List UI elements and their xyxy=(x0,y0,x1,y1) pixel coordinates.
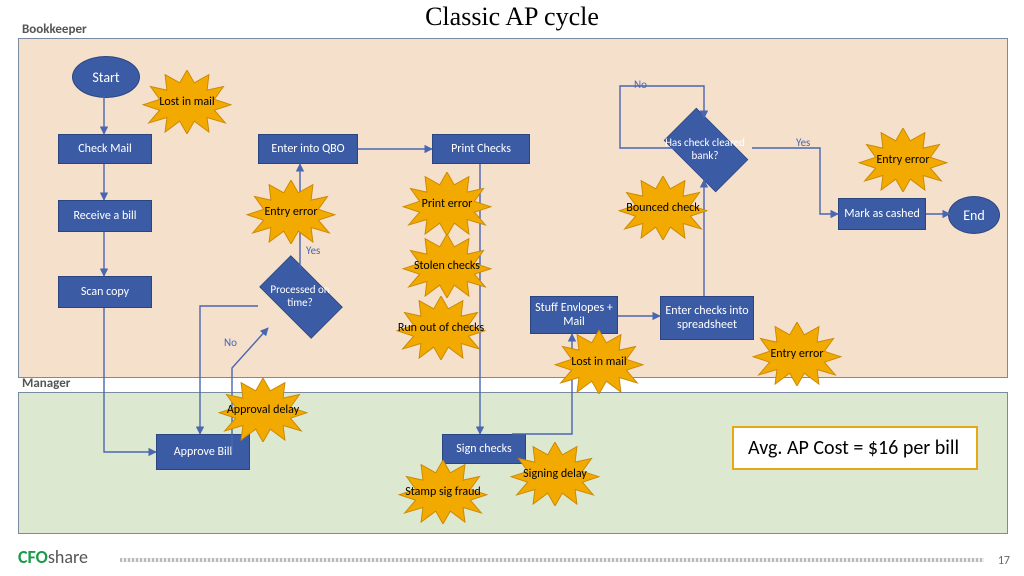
burst-lost-in-mail-1: Lost in mail xyxy=(140,70,234,134)
node-has-cleared: Has check cleared bank? xyxy=(655,118,755,180)
page-title: Classic AP cycle xyxy=(0,2,1024,32)
edge-cleared-no: No xyxy=(634,78,647,91)
node-enter-spreadsheet: Enter checks into spreadsheet xyxy=(660,296,754,340)
burst-stolen-checks: Stolen checks xyxy=(400,234,494,298)
node-start: Start xyxy=(72,56,140,98)
burst-signing-delay: Signing delay xyxy=(508,442,602,506)
edge-processed-yes: Yes xyxy=(306,244,320,257)
burst-bounced-check: Bounced check xyxy=(616,176,710,240)
burst-entry-error-3: Entry error xyxy=(750,322,844,386)
burst-run-out-checks: Run out of checks xyxy=(394,296,488,360)
node-receive-bill: Receive a bill xyxy=(58,200,152,232)
edge-processed-no: No xyxy=(224,336,237,349)
node-check-mail: Check Mail xyxy=(58,134,152,164)
page-number: 17 xyxy=(998,554,1010,568)
footer-bar xyxy=(120,558,984,562)
burst-print-error: Print error xyxy=(400,172,494,236)
burst-entry-error-1: Entry error xyxy=(244,180,338,244)
node-mark-cashed: Mark as cashed xyxy=(838,198,926,230)
node-end: End xyxy=(948,196,1000,234)
burst-entry-error-2: Entry error xyxy=(856,128,950,192)
burst-approval-delay: Approval delay xyxy=(216,378,310,442)
burst-lost-in-mail-2: Lost in mail xyxy=(552,330,646,394)
edge-cleared-yes: Yes xyxy=(796,136,810,149)
lane-label-manager: Manager xyxy=(22,376,70,391)
lane-label-bookkeeper: Bookkeeper xyxy=(22,22,87,37)
callout-avg-cost: Avg. AP Cost = $16 per bill xyxy=(732,426,978,470)
burst-stamp-sig-fraud: Stamp sig fraud xyxy=(396,460,490,524)
node-processed-on-time: Processed on time? xyxy=(250,266,350,326)
node-print-checks: Print Checks xyxy=(432,134,530,164)
node-scan-copy: Scan copy xyxy=(58,276,152,308)
footer-logo: CFOshare xyxy=(18,546,88,568)
node-enter-qbo: Enter into QBO xyxy=(258,134,358,164)
node-stuff-envelopes: Stuff Envlopes + Mail xyxy=(530,296,618,334)
